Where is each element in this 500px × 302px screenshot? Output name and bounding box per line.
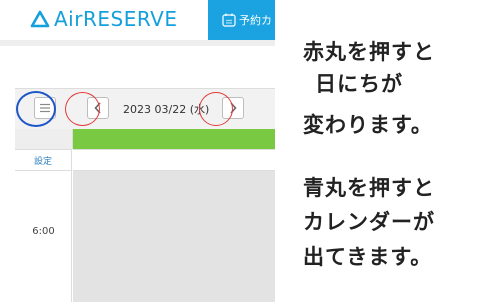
settings-row bbox=[73, 149, 275, 171]
current-date: 2023 03/22 (水) bbox=[123, 103, 210, 116]
horizontal-scrollbar[interactable] bbox=[0, 40, 275, 46]
reservation-tab[interactable]: 予約カ bbox=[208, 0, 275, 40]
chevron-right-icon bbox=[230, 102, 237, 114]
chevron-left-icon bbox=[94, 102, 101, 114]
time-column: 6:00 bbox=[15, 171, 72, 302]
airreserve-logo[interactable]: Air RESERVE bbox=[30, 4, 177, 34]
blue-note-line-1: 青丸を押すと bbox=[303, 176, 435, 200]
staff-column-header[interactable] bbox=[73, 129, 275, 149]
triangle-logo-icon bbox=[30, 10, 50, 28]
settings-label: 設定 bbox=[33, 156, 52, 167]
hamburger-menu-icon bbox=[40, 103, 50, 113]
red-note-line-1: 赤丸を押すと bbox=[303, 40, 435, 64]
logo-text-reserve: RESERVE bbox=[82, 7, 178, 31]
schedule-grid: 設定 6:00 bbox=[15, 129, 275, 302]
next-day-button[interactable] bbox=[222, 97, 244, 119]
date-toolbar: 2023 03/22 (水) bbox=[15, 88, 275, 130]
calendar-menu-button[interactable] bbox=[34, 97, 56, 119]
calendar-icon bbox=[222, 13, 236, 27]
time-label: 6:00 bbox=[32, 226, 55, 237]
logo-text-air: Air bbox=[54, 7, 83, 31]
previous-day-button[interactable] bbox=[87, 97, 109, 119]
blue-note-line-2: カレンダーが bbox=[303, 210, 435, 234]
airreserve-app: Air RESERVE 予約カ 2023 03/22 (水) 設定 6:00 bbox=[0, 0, 275, 302]
grid-corner bbox=[15, 129, 73, 149]
red-note-line-3: 変わります。 bbox=[303, 113, 433, 137]
red-note-line-2: 日にちが bbox=[315, 72, 403, 96]
top-bar: Air RESERVE 予約カ bbox=[0, 0, 275, 40]
reservation-tab-label: 予約カ bbox=[239, 14, 272, 27]
settings-cell[interactable]: 設定 bbox=[15, 149, 72, 171]
time-slot-area[interactable] bbox=[73, 171, 275, 302]
blue-note-line-3: 出てきます。 bbox=[303, 245, 433, 269]
annotation-notes: 赤丸を押すと 日にちが 変わります。 青丸を押すと カレンダーが 出てきます。 bbox=[303, 0, 500, 302]
